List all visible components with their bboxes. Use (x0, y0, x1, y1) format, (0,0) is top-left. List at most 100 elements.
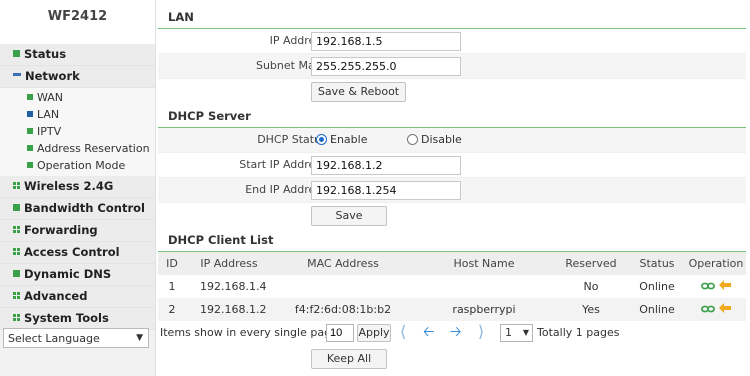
client-list-title: DHCP Client List (158, 229, 746, 252)
sidebar-item-label: Advanced (24, 289, 88, 303)
plus-icon (13, 204, 20, 211)
plus-icon (13, 270, 20, 277)
sidebar-item-forwarding[interactable]: Forwarding (0, 220, 155, 242)
subnet-mask-row: Subnet Mask : (158, 54, 746, 79)
col-header-host: Host Name (414, 252, 554, 275)
cell-host (414, 275, 554, 298)
language-select-value: Select Language (8, 332, 100, 345)
page-select-value: 1 (505, 326, 512, 339)
items-per-page-input[interactable] (326, 324, 354, 342)
disable-radio[interactable]: Disable (407, 133, 462, 147)
sidebar-subitem-wan[interactable]: WAN (0, 89, 155, 106)
disable-radio-label: Disable (421, 133, 462, 146)
reserve-link-icon[interactable] (700, 303, 716, 316)
page-select[interactable]: 1 ▼ (500, 324, 533, 342)
sidebar-item-dynamic-dns[interactable]: Dynamic DNS (0, 264, 155, 286)
sidebar-subitem-address-reservation[interactable]: Address Reservation (0, 140, 155, 157)
sidebar-item-label: Network (25, 69, 80, 83)
plus-icon (13, 50, 20, 57)
subitem-label: Operation Mode (37, 159, 126, 172)
reserve-link-icon[interactable] (700, 280, 716, 293)
radio-unchecked-icon (407, 133, 418, 145)
ip-address-input[interactable] (311, 32, 461, 51)
chevron-down-icon: ▼ (136, 333, 143, 343)
prev-page-icon[interactable]: 🡠 (423, 322, 434, 342)
col-header-mac: MAC Address (272, 252, 414, 275)
network-submenu: WAN LAN IPTV Address Reservation Operati… (0, 88, 155, 176)
end-ip-input[interactable] (311, 181, 461, 200)
cell-status: Online (628, 298, 686, 321)
bullet-icon (27, 94, 33, 100)
sidebar-item-network[interactable]: Network (0, 66, 155, 88)
cell-reserved: Yes (554, 298, 628, 321)
arrow-left-icon[interactable] (719, 303, 731, 316)
pagination-bar: Items show in every single page Apply ⟨ … (158, 321, 746, 347)
next-page-icon[interactable]: 🡢 (450, 322, 461, 342)
sidebar-item-wireless[interactable]: Wireless 2.4G (0, 176, 155, 198)
ip-address-row: IP Address : (158, 29, 746, 54)
col-header-id: ID (158, 252, 186, 275)
sidebar-item-status[interactable]: Status (0, 44, 155, 66)
col-header-reserved: Reserved (554, 252, 628, 275)
save-button[interactable]: Save (311, 206, 387, 226)
cell-ip: 192.168.1.4 (186, 275, 272, 298)
grid-icon (13, 248, 20, 255)
sidebar-item-label: System Tools (24, 311, 109, 325)
total-pages-text: Totally 1 pages (537, 326, 620, 339)
subitem-label: IPTV (37, 125, 62, 138)
last-page-icon[interactable]: ⟩ (478, 322, 484, 342)
enable-radio[interactable]: Enable (316, 133, 367, 147)
cell-operation (686, 275, 746, 298)
cell-status: Online (628, 275, 686, 298)
keep-all-row: Keep All (158, 347, 746, 373)
bullet-icon (27, 162, 33, 168)
sidebar-subitem-iptv[interactable]: IPTV (0, 123, 155, 140)
cell-host: raspberrypi (414, 298, 554, 321)
subitem-label: WAN (37, 91, 64, 104)
cell-reserved: No (554, 275, 628, 298)
sidebar-item-label: Bandwidth Control (24, 201, 145, 215)
grid-icon (13, 292, 20, 299)
brand-area: WF2412 (0, 0, 155, 44)
sidebar-item-bandwidth-control[interactable]: Bandwidth Control (0, 198, 155, 220)
grid-icon (13, 226, 20, 233)
cell-mac: f4:f2:6d:08:1b:b2 (272, 298, 414, 321)
dhcp-button-row: Save (158, 203, 746, 229)
grid-icon (13, 314, 20, 321)
save-reboot-button[interactable]: Save & Reboot (311, 82, 406, 102)
sidebar-subitem-lan[interactable]: LAN (0, 106, 155, 123)
chevron-down-icon: ▼ (522, 328, 529, 337)
cell-id: 2 (158, 298, 186, 321)
sidebar-item-advanced[interactable]: Advanced (0, 286, 155, 308)
subitem-label: LAN (37, 108, 60, 121)
bullet-icon (27, 128, 33, 134)
language-select[interactable]: Select Language ▼ (3, 328, 149, 348)
sidebar-menu: Status Network WAN LAN IPTV Address Rese… (0, 44, 155, 330)
dhcp-status-row: DHCP Status : Enable Disable (158, 128, 746, 153)
sidebar-subitem-operation-mode[interactable]: Operation Mode (0, 157, 155, 174)
dhcp-section-title: DHCP Server (158, 105, 746, 128)
col-header-ip: IP Address (186, 252, 272, 275)
col-header-operation: Operation (686, 252, 746, 275)
sidebar-item-label: Status (24, 47, 67, 61)
subnet-mask-input[interactable] (311, 57, 461, 76)
arrow-left-icon[interactable] (719, 280, 731, 293)
first-page-icon[interactable]: ⟨ (400, 322, 406, 342)
table-row: 2 192.168.1.2 f4:f2:6d:08:1b:b2 raspberr… (158, 298, 746, 321)
sidebar-item-access-control[interactable]: Access Control (0, 242, 155, 264)
radio-checked-icon (316, 133, 327, 145)
sidebar-item-label: Wireless 2.4G (24, 179, 114, 193)
main-content: LAN IP Address : Subnet Mask : Save & Re… (158, 6, 746, 373)
bullet-icon (27, 145, 33, 151)
keep-all-button[interactable]: Keep All (311, 349, 387, 369)
sidebar-item-label: Access Control (24, 245, 120, 259)
grid-icon (13, 182, 20, 189)
apply-button[interactable]: Apply (357, 324, 391, 342)
sidebar: WF2412 Status Network WAN LAN IPTV Addre… (0, 0, 156, 376)
sidebar-item-system-tools[interactable]: System Tools (0, 308, 155, 330)
bullet-icon (27, 111, 33, 117)
enable-radio-label: Enable (330, 133, 368, 146)
brand-title: WF2412 (47, 9, 108, 24)
start-ip-input[interactable] (311, 156, 461, 175)
lan-button-row: Save & Reboot (158, 79, 746, 105)
